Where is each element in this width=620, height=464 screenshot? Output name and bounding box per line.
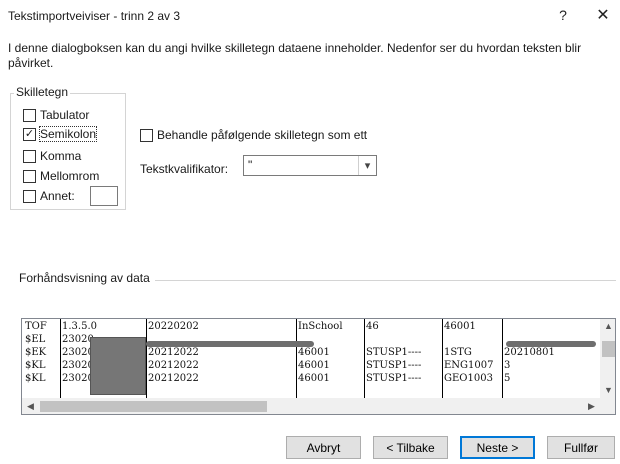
treat-consecutive-label: Behandle påfølgende skilletegn som ett <box>157 128 368 142</box>
preview-cell <box>504 320 598 333</box>
preview-cell: GEO1003 <box>444 373 493 384</box>
title-bar: Tekstimportveiviser - trinn 2 av 3 ? ✕ <box>0 0 620 30</box>
delimiters-legend: Skilletegn <box>14 85 71 99</box>
window-title: Tekstimportveiviser - trinn 2 av 3 <box>8 9 181 23</box>
text-qualifier-select[interactable]: " ▾ <box>243 155 377 176</box>
preview-cell: 46 <box>366 321 379 332</box>
preview-cell: 20212022 <box>148 360 199 371</box>
horizontal-scrollbar[interactable]: ◀ ▶ <box>22 398 600 414</box>
preview-cell: STUSP1---- <box>366 360 422 371</box>
other-checkbox[interactable] <box>23 189 36 203</box>
scroll-corner <box>600 398 615 414</box>
preview-divider <box>155 280 616 281</box>
preview-cell: 20212022 <box>148 373 199 384</box>
other-label: Annet: <box>40 189 75 203</box>
preview-cell: $EL <box>25 334 46 345</box>
preview-cell: ENG1007 <box>444 360 494 371</box>
other-delimiter-input[interactable] <box>90 186 118 206</box>
scroll-down-icon[interactable]: ▼ <box>600 385 615 395</box>
scroll-left-icon[interactable]: ◀ <box>22 401 39 412</box>
tab-checkbox[interactable] <box>23 108 36 122</box>
preview-cell: 46001 <box>298 347 330 358</box>
preview-cell: 46001 <box>444 321 476 332</box>
close-icon: ✕ <box>596 7 610 24</box>
semicolon-option[interactable]: ✓ Semikolon <box>23 126 98 142</box>
finish-button[interactable]: Fullfør <box>547 436 615 459</box>
scroll-up-icon[interactable]: ▲ <box>600 321 615 331</box>
preview-cell: $KL <box>25 373 46 384</box>
comma-checkbox[interactable] <box>23 149 36 163</box>
preview-grid: TOF 1.3.5.0 20220202 InSchool 46 46001 $… <box>22 319 600 398</box>
column-separator[interactable] <box>502 319 503 398</box>
vertical-scroll-thumb[interactable] <box>602 341 615 357</box>
space-option[interactable]: Mellomrom <box>23 169 99 183</box>
space-checkbox[interactable] <box>23 169 36 183</box>
cancel-button[interactable]: Avbryt <box>286 436 361 459</box>
semicolon-checkbox[interactable]: ✓ <box>23 127 36 141</box>
data-preview[interactable]: TOF 1.3.5.0 20220202 InSchool 46 46001 $… <box>21 318 616 415</box>
column-separator[interactable] <box>296 319 297 398</box>
dialog-description: I denne dialogboksen kan du angi hvilke … <box>8 41 582 70</box>
preview-cell: 3 <box>504 360 511 371</box>
preview-cell: 1.3.5.0 <box>62 321 97 332</box>
preview-cell: 20210801 <box>504 347 555 358</box>
next-button[interactable]: Neste > <box>460 436 535 459</box>
treat-consecutive-option[interactable]: Behandle påfølgende skilletegn som ett <box>140 128 367 142</box>
preview-cell: 46001 <box>298 373 330 384</box>
text-qualifier-label: Tekstkvalifikator: <box>140 162 229 176</box>
tab-label: Tabulator <box>40 108 90 122</box>
close-button[interactable]: ✕ <box>588 4 618 26</box>
horizontal-scroll-thumb[interactable] <box>40 401 267 412</box>
column-separator[interactable] <box>442 319 443 398</box>
treat-consecutive-checkbox[interactable] <box>140 128 153 142</box>
comma-option[interactable]: Komma <box>23 149 81 163</box>
semicolon-label: Semikolon <box>38 126 98 142</box>
preview-cell: 46001 <box>298 360 330 371</box>
preview-cell: TOF <box>25 321 47 332</box>
redaction-bar <box>146 341 314 347</box>
column-separator[interactable] <box>60 319 61 398</box>
help-button[interactable]: ? <box>548 4 578 26</box>
chevron-down-icon[interactable]: ▾ <box>358 156 376 175</box>
preview-row: TOF 1.3.5.0 20220202 InSchool 46 46001 <box>22 320 600 333</box>
preview-cell: 5 <box>504 373 511 384</box>
tab-option[interactable]: Tabulator <box>23 108 89 122</box>
preview-cell: STUSP1---- <box>366 347 422 358</box>
help-icon: ? <box>559 7 567 23</box>
redaction-block <box>90 337 146 395</box>
preview-cell: $EK <box>25 347 47 358</box>
preview-cell: 1STG <box>444 347 472 358</box>
preview-cell: $KL <box>25 360 46 371</box>
comma-label: Komma <box>40 149 82 163</box>
vertical-scrollbar[interactable]: ▲ ▼ <box>600 319 615 398</box>
scroll-right-icon[interactable]: ▶ <box>583 401 600 412</box>
space-label: Mellomrom <box>40 169 100 183</box>
other-option[interactable]: Annet: <box>23 189 75 203</box>
text-qualifier-value: " <box>248 158 253 172</box>
preview-cell: 20220202 <box>148 321 199 332</box>
preview-title: Forhåndsvisning av data <box>19 271 150 285</box>
preview-cell: STUSP1---- <box>366 373 422 384</box>
redaction-bar <box>506 341 596 347</box>
preview-cell: InSchool <box>298 321 343 332</box>
column-separator[interactable] <box>364 319 365 398</box>
column-separator[interactable] <box>146 319 147 398</box>
preview-cell: 20212022 <box>148 347 199 358</box>
back-button[interactable]: < Tilbake <box>373 436 448 459</box>
